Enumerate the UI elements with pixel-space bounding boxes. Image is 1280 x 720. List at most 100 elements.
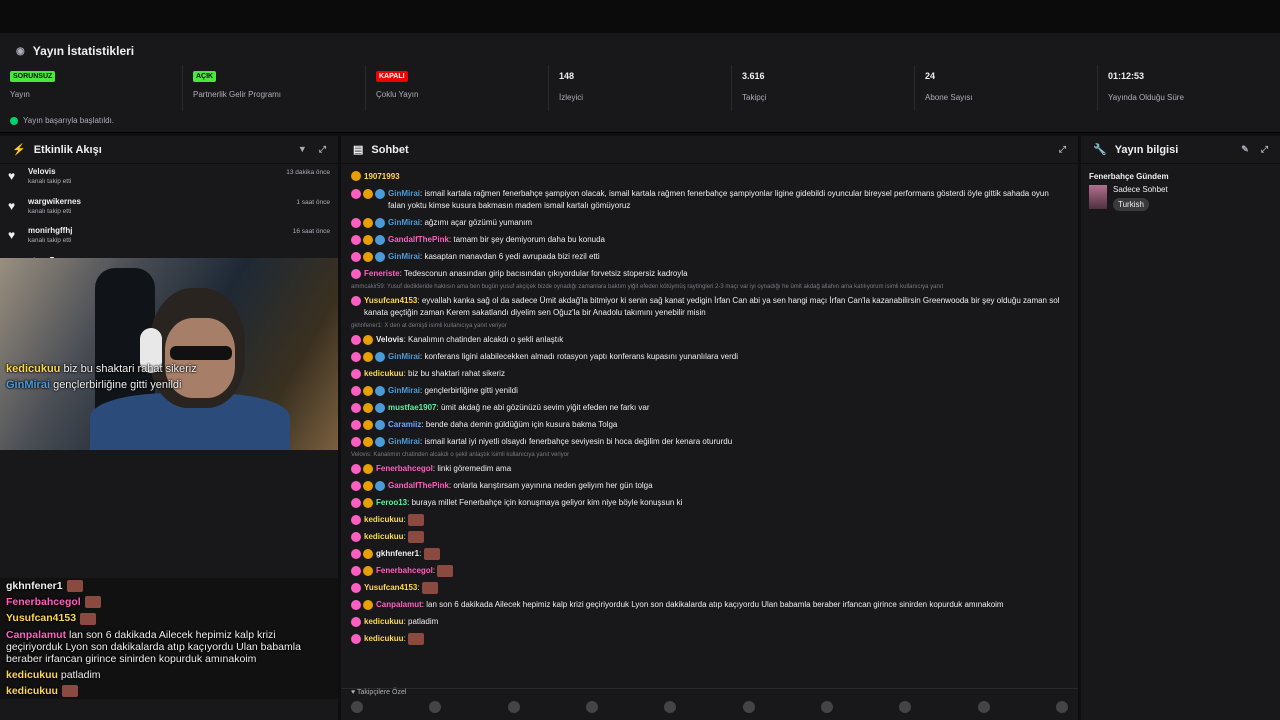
user-badges [351, 617, 361, 628]
chat-username[interactable]: Velovis [376, 335, 404, 344]
chat-message[interactable]: Fenerbahcegol: [351, 562, 1068, 579]
expand-icon[interactable]: ⤢ [1059, 144, 1066, 155]
user-badges [351, 497, 373, 508]
chat-message[interactable]: Fenerbahcegol: linki göremedim ama [351, 460, 1068, 477]
category-thumbnail[interactable] [1089, 185, 1107, 209]
chat-username[interactable]: GinMirai [388, 386, 420, 395]
stat-item: KAPALI Çoklu Yayın [366, 65, 549, 111]
chat-text: ismail kartala rağmen fenerbahçe şampiyo… [388, 188, 1049, 210]
emote-icon[interactable] [664, 701, 677, 713]
chat-message[interactable]: Feneriste: Tedesconun anasından girip ba… [351, 265, 1068, 282]
chat-username[interactable]: GinMirai [388, 352, 420, 361]
chat-text: linki göremedim ama [437, 463, 512, 473]
category-name[interactable]: Fenerbahçe Gündem [1081, 164, 1280, 185]
chat-username[interactable]: GinMirai [388, 218, 420, 227]
badge-icon [351, 634, 361, 645]
expand-icon[interactable]: ⤢ [319, 144, 326, 155]
chat-username[interactable]: Canpalamut [376, 600, 422, 609]
chat-message[interactable]: GinMirai: ağzımı açar gözümü yumanım [351, 214, 1068, 231]
overlay-chat-line: Yusufcan4153 [0, 610, 338, 626]
emote-icon[interactable] [585, 701, 598, 713]
emote-icon[interactable] [429, 701, 442, 713]
chat-message[interactable]: GinMirai: konferans ligini alabilecekken… [351, 348, 1068, 365]
stat-item: 01:12:53 Yayında Olduğu Süre [1098, 65, 1280, 111]
reply-context: gkhnfener1: X den at demişti isimli kull… [351, 323, 507, 329]
emote-icon[interactable] [899, 701, 912, 713]
chat-message[interactable]: Velovis: Kanalımın chatinden alcakdı o ş… [351, 331, 1068, 348]
badge-icon [363, 480, 373, 491]
chat-username[interactable]: kedicukuu [364, 634, 404, 643]
edit-icon[interactable]: ✎ [1241, 144, 1249, 155]
chat-username[interactable]: Fenerbahcegol [376, 464, 433, 473]
activity-time: 13 dakika önce [286, 169, 330, 176]
chat-message[interactable]: GinMirai: ismail kartal iyi niyetli olsa… [351, 433, 1068, 450]
user-badges [351, 531, 361, 542]
emote-bar[interactable] [351, 701, 1068, 713]
chat-message[interactable]: kedicukuu: biz bu shaktari rahat sikeriz [351, 365, 1068, 382]
badge-icon [363, 436, 373, 447]
chat-message[interactable]: GandalfThePink: onlarla karıştırsam yayı… [351, 477, 1068, 494]
chat-message[interactable]: kedicukuu: [351, 631, 1068, 648]
stat-label: Yayında Olduğu Süre [1108, 93, 1184, 102]
emote-icon[interactable] [977, 701, 990, 713]
chat-username[interactable]: kedicukuu [364, 617, 404, 626]
activity-item[interactable]: ♥ monirhgffhj kanalı takip etti 16 saat önc… [0, 223, 338, 253]
chat-username[interactable]: GandalfThePink [388, 235, 449, 244]
user-badges [351, 234, 385, 245]
chat-username[interactable]: GinMirai [388, 189, 420, 198]
check-icon [10, 116, 18, 125]
overlay-username: Canpalamut [6, 628, 67, 641]
chat-text: tamam bir şey demiyorum daha bu konuda [453, 234, 605, 244]
chat-message[interactable]: GinMirai: kasaptan manavdan 6 yedi avrup… [351, 248, 1068, 265]
activity-desc: kanalı takip etti [28, 207, 72, 215]
chat-messages[interactable]: 19071993 GinMirai: ismail kartala rağmen… [341, 164, 1078, 652]
chat-username[interactable]: GinMirai [388, 437, 420, 446]
chat-message[interactable]: Yusufcan4153: [351, 579, 1068, 596]
chat-username[interactable]: Yusufcan4153 [364, 296, 417, 305]
chat-message[interactable]: gkhnfener1: [351, 545, 1068, 562]
chat-message[interactable]: GinMirai: gençlerbirliğine gitti yenildi [351, 382, 1068, 399]
footer-label: ♥ Takipçilere Özel [351, 689, 407, 696]
overlay-username: kedicukuu [6, 668, 58, 681]
chat-message[interactable]: kedicukuu: [351, 511, 1068, 528]
emote-icon[interactable] [351, 701, 363, 713]
chat-message[interactable]: kedicukuu: [351, 528, 1068, 545]
stat-label: Abone Sayısı [925, 93, 973, 102]
chat-message[interactable]: Canpalamut: lan son 6 dakikada Ailecek h… [351, 597, 1068, 614]
language-tag[interactable]: Turkish [1113, 198, 1149, 211]
emote-icon[interactable] [1055, 701, 1068, 713]
user-badges [351, 188, 385, 199]
chat-username[interactable]: mustfae1907 [388, 403, 436, 412]
emote-icon [437, 564, 454, 577]
activity-item[interactable]: ♥ Velovis kanalı takip etti 13 dakika önce [0, 164, 338, 194]
chat-message[interactable]: Caramiiz: bende daha demin güldüğüm için… [351, 416, 1068, 433]
chat-username[interactable]: Fenerbahcegol [376, 566, 433, 575]
chat-username[interactable]: Yusufcan4153 [364, 583, 417, 592]
chat-username[interactable]: Feroo13 [376, 498, 407, 507]
chat-message[interactable]: mustfae1907: ümit akdağ ne abi gözünüzü … [351, 399, 1068, 416]
badge-icon [351, 436, 361, 447]
chat-message[interactable]: Feroo13: buraya millet Fenerbahçe için k… [351, 494, 1068, 511]
chat-username[interactable]: GandalfThePink [388, 481, 449, 490]
chat-username[interactable]: kedicukuu [364, 369, 404, 378]
chat-username[interactable]: Feneriste [364, 269, 400, 278]
chat-message[interactable]: GandalfThePink: tamam bir şey demiyorum … [351, 231, 1068, 248]
chat-message[interactable]: kedicukuu: patladim [351, 614, 1068, 631]
chat-username[interactable]: kedicukuu [364, 532, 404, 541]
emote-icon[interactable] [507, 701, 520, 713]
user-badges [351, 463, 373, 474]
activity-item[interactable]: ♥ wargwikernes kanalı takip etti 1 saat önc… [0, 194, 338, 224]
chat-username[interactable]: kedicukuu [364, 515, 404, 524]
expand-icon[interactable]: ⤢ [1261, 144, 1268, 155]
chat-username[interactable]: GinMirai [388, 252, 420, 261]
chat-text: biz bu shaktari rahat sikeriz [408, 368, 505, 378]
chat-text: buraya millet Fenerbahçe için konuşmaya … [411, 497, 683, 507]
chat-username[interactable]: Caramiiz [388, 420, 421, 429]
emote-icon[interactable] [820, 701, 833, 713]
chat-message[interactable]: GinMirai: ismail kartala rağmen fenerbah… [351, 185, 1068, 214]
filter-icon[interactable]: ▼ [298, 144, 307, 155]
emote-icon[interactable] [742, 701, 755, 713]
lightning-icon: ⚡ [12, 144, 26, 156]
chat-message[interactable]: Yusufcan4153: eyvallah kanka sağ ol da s… [351, 292, 1068, 321]
chat-username[interactable]: gkhnfener1 [376, 549, 419, 558]
